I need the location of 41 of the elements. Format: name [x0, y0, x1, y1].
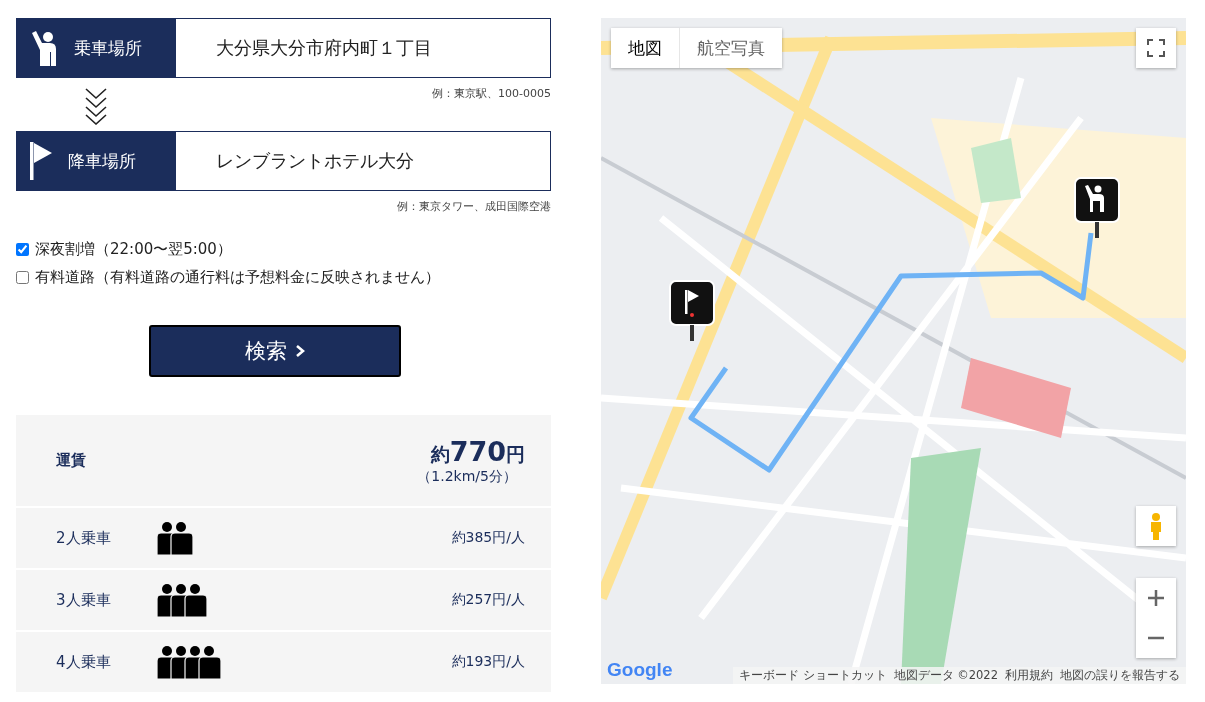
fullscreen-button[interactable] [1136, 28, 1176, 68]
chevrons-down-icon [84, 87, 108, 125]
map-footer-link[interactable]: 地図データ ©2022 [893, 668, 998, 683]
people-icon [156, 645, 222, 679]
field-label: 乗車場所 [74, 36, 142, 60]
map-footer-link[interactable]: 地図の誤りを報告する [1060, 668, 1180, 683]
riders-label: 4人乗車 [56, 652, 112, 672]
zoom-in-button[interactable] [1136, 578, 1176, 618]
fare-amount: 約770円 [430, 435, 525, 468]
people-icon [156, 583, 208, 617]
field-label: 降車場所 [68, 149, 136, 173]
fullscreen-icon [1147, 39, 1165, 57]
map-type-tab[interactable]: 地図 [611, 28, 679, 68]
chevron-right-icon [294, 345, 305, 357]
map-provider-logo: Google [607, 659, 673, 681]
option-label: 深夜割増（22:00〜翌5:00） [35, 240, 232, 259]
map-type-tab[interactable]: 航空写真 [679, 28, 782, 68]
people-icon [156, 521, 194, 555]
map-footer-link[interactable]: キーボード ショートカット [738, 668, 887, 683]
checkbox[interactable] [16, 271, 29, 284]
checkbox[interactable] [16, 243, 29, 256]
address-field[interactable]: 大分県大分市府内町１丁目 [176, 18, 551, 78]
riders-label: 2人乗車 [56, 528, 112, 548]
search-button[interactable]: 検索 [148, 325, 401, 377]
person-icon [1149, 512, 1163, 540]
price-per-person: 約385円/人 [451, 529, 525, 547]
option-label: 有料道路（有料道路の通行料は予想料金に反映されません） [35, 268, 440, 287]
fare-label: 運賃 [56, 451, 86, 470]
plus-icon [1147, 589, 1165, 607]
pickup-marker-icon [1073, 176, 1121, 238]
dropoff-marker-icon [668, 279, 716, 341]
flag-icon [30, 142, 54, 180]
price-per-person: 約193円/人 [451, 653, 525, 671]
map-footer-link[interactable]: 利用規約 [1005, 668, 1053, 683]
minus-icon [1147, 636, 1165, 640]
riders-label: 3人乗車 [56, 590, 112, 610]
example-hint: 例：東京駅、100-0005 [432, 86, 551, 101]
address-field[interactable]: レンブラントホテル大分 [176, 131, 551, 191]
distance-time: （1.2km/5分） [417, 467, 517, 486]
price-per-person: 約257円/人 [451, 591, 525, 609]
example-hint: 例：東京タワー、成田国際空港 [397, 199, 551, 214]
